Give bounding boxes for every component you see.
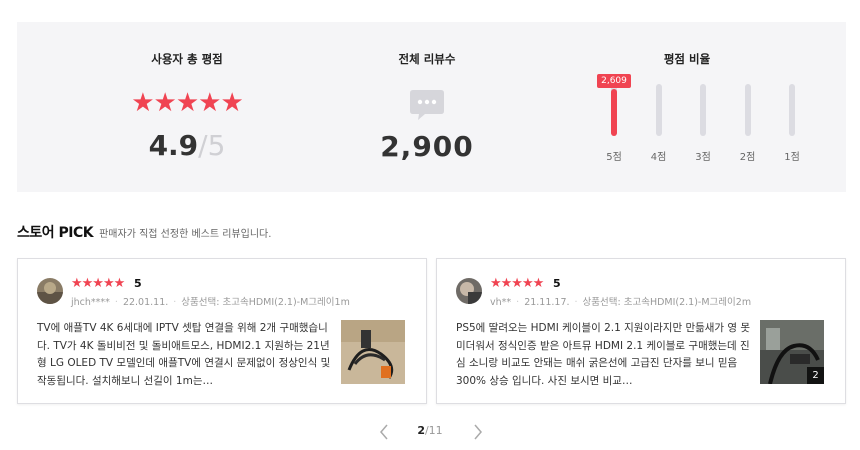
store-pick-title: 스토어 PICK	[17, 225, 94, 241]
total-reviews-section: 전체 리뷰수 2,900	[352, 22, 502, 192]
rating-bar-fill	[611, 89, 617, 136]
rating-bar-label: 1점	[784, 152, 800, 163]
review-option: 상품선택: 초고속HDMI(2.1)-M그레이1m	[181, 297, 350, 308]
rating-ratio-section: 평점 비율 2,609 5점 4점 3점 2점 1점	[572, 22, 802, 192]
speech-bubble-icon	[410, 90, 444, 120]
rating-bar-3: 3점	[683, 84, 723, 179]
rating-bar-track	[700, 84, 706, 136]
review-user: vh**	[490, 297, 512, 308]
current-page: 2	[417, 424, 425, 437]
pagination: 2/11	[0, 422, 860, 442]
rating-bar-label: 3점	[695, 152, 711, 163]
review-meta: vh** · 21.11.17. · 상품선택: 초고속HDMI(2.1)-M그레이2m	[490, 297, 752, 308]
review-option: 상품선택: 초고속HDMI(2.1)-M그레이2m	[582, 297, 752, 308]
total-pages: /11	[424, 424, 443, 437]
review-text: TV에 애플TV 4K 6세대에 IPTV 셋탑 연결을 위해 2개 구매했습니…	[37, 322, 331, 387]
rating-bar-track	[611, 84, 617, 136]
total-rating-title: 사용자 총 평점	[151, 52, 223, 66]
rating-bar-2: 2점	[728, 84, 768, 179]
review-card[interactable]: ★★★★★ 5 vh** · 21.11.17. · 상품선택: 초고속HDMI(2.1…	[436, 258, 846, 404]
rating-bar-4: 4점	[639, 84, 679, 179]
review-card[interactable]: ★★★★★ 5 jhch**** · 22.01.11. · 상품선택: 초고속HDMI…	[17, 258, 427, 404]
review-photo[interactable]	[341, 320, 405, 384]
rating-bar-1: 1점	[772, 84, 812, 179]
review-text: PS5에 딸려오는 HDMI 케이블이 2.1 지원이라지만 만듦새가 영 못미…	[456, 322, 751, 387]
total-reviews-count: 2,900	[380, 130, 474, 163]
rating-max: /5	[198, 129, 226, 162]
review-meta: jhch**** · 22.01.11. · 상품선택: 초고속HDMI(2.1)-M그…	[71, 297, 350, 308]
rating-bar-label: 5점	[606, 152, 622, 163]
store-pick-header: 스토어 PICK 판매자가 직접 선정한 베스트 리뷰입니다.	[17, 222, 271, 242]
total-reviews-title: 전체 리뷰수	[398, 52, 456, 66]
rating-count-tooltip: 2,609	[597, 74, 631, 88]
review-user: jhch****	[71, 297, 110, 308]
review-date: 22.01.11.	[122, 297, 169, 308]
chevron-left-icon[interactable]	[376, 422, 392, 442]
review-stars-icon: ★★★★★	[490, 276, 544, 291]
rating-ratio-title: 평점 비율	[663, 52, 711, 66]
page-indicator: 2/11	[400, 424, 460, 437]
review-photo[interactable]: 2	[760, 320, 824, 384]
review-score: 5	[134, 277, 142, 290]
photo-count-badge: 2	[807, 367, 824, 384]
review-summary-panel: 사용자 총 평점 ★★★★★ 4.9/5 전체 리뷰수 2,900 평점 비율 …	[17, 22, 846, 192]
rating-score: 4.9/5	[112, 127, 262, 165]
review-date: 21.11.17.	[524, 297, 570, 308]
store-pick-description: 판매자가 직접 선정한 베스트 리뷰입니다.	[99, 229, 272, 240]
rating-value: 4.9	[148, 129, 199, 162]
review-score: 5	[553, 277, 561, 290]
rating-bar-track	[789, 84, 795, 136]
rating-bar-track	[655, 84, 662, 136]
total-rating-section: 사용자 총 평점 ★★★★★ 4.9/5	[112, 22, 262, 192]
review-stars-icon: ★★★★★	[71, 276, 125, 291]
rating-bar-label: 4점	[650, 152, 667, 163]
avatar	[456, 278, 482, 304]
rating-bar-label: 2점	[739, 152, 756, 163]
chevron-right-icon[interactable]	[470, 422, 486, 442]
avatar	[37, 278, 63, 304]
rating-bar-5: 2,609 5점	[594, 74, 634, 179]
rating-stars-icon: ★★★★★	[131, 88, 244, 118]
rating-bar-track	[744, 84, 751, 136]
